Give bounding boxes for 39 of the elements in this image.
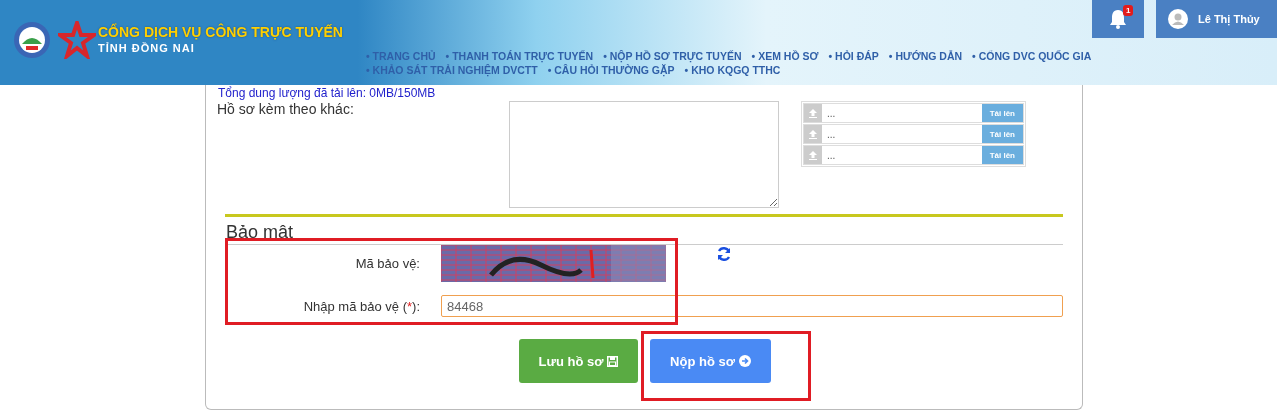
bell-icon xyxy=(1109,9,1127,29)
section-heading: Bảo mật xyxy=(225,217,1063,245)
captcha-input-label: Nhập mã bảo vệ (*): xyxy=(302,298,420,314)
notes-field[interactable] xyxy=(509,101,779,208)
file-name: ... xyxy=(826,107,837,119)
submit-button[interactable]: Nộp hồ sơ xyxy=(650,339,771,383)
avatar-icon xyxy=(1168,9,1188,29)
file-field[interactable]: ... Tải lên xyxy=(803,124,1024,144)
file-field[interactable]: ... Tải lên xyxy=(803,103,1024,123)
storage-note: Tổng dung lượng đã tải lên: 0MB/150MB xyxy=(218,86,436,100)
field-label: Hồ sơ kèm theo khác: xyxy=(217,101,355,119)
refresh-icon[interactable] xyxy=(716,245,732,262)
emblem-icon xyxy=(12,20,52,60)
portal-title: CỔNG DỊCH VỤ CÔNG TRỰC TUYẾN xyxy=(98,24,343,40)
notification-count: 1 xyxy=(1123,5,1134,16)
portal-subtitle: TỈNH ĐỒNG NAI xyxy=(98,42,196,54)
nav-link[interactable]: • XEM HỒ SƠ xyxy=(751,50,819,62)
user-menu[interactable]: Lê Thị Thủy xyxy=(1156,0,1277,38)
nav-link[interactable]: • CÂU HỎI THƯỜNG GẶP xyxy=(547,64,675,76)
file-name: ... xyxy=(826,149,837,161)
nav-link[interactable]: • KHO KQGQ TTHC xyxy=(684,64,781,76)
arrow-circle-icon xyxy=(738,355,751,367)
upload-icon xyxy=(808,108,818,118)
user-name: Lê Thị Thủy xyxy=(1198,13,1260,25)
nav-link[interactable]: • NỘP HỒ SƠ TRỰC TUYẾN xyxy=(603,50,742,62)
save-button[interactable]: Lưu hồ sơ xyxy=(519,339,638,383)
nav-link[interactable]: • HỎI ĐÁP xyxy=(828,50,879,62)
upload-icon xyxy=(808,129,818,139)
notification-button[interactable] xyxy=(1092,0,1144,38)
nav-link[interactable]: • HƯỚNG DẪN xyxy=(888,50,963,62)
nav-link[interactable]: • THANH TOÁN TRỰC TUYẾN xyxy=(445,50,594,62)
file-field[interactable]: ... Tải lên xyxy=(803,145,1024,165)
nav-link[interactable]: • KHẢO SÁT TRẢI NGHIỆM DVCTT xyxy=(366,64,538,76)
nav-link[interactable]: • CỔNG DVC QUỐC GIA xyxy=(972,50,1092,62)
captcha-input[interactable]: 84468 xyxy=(441,295,1063,317)
captcha-label: Mã bảo vệ: xyxy=(354,256,420,271)
star-logo-icon xyxy=(58,21,96,59)
upload-icon xyxy=(808,150,818,160)
file-name: ... xyxy=(826,128,837,140)
